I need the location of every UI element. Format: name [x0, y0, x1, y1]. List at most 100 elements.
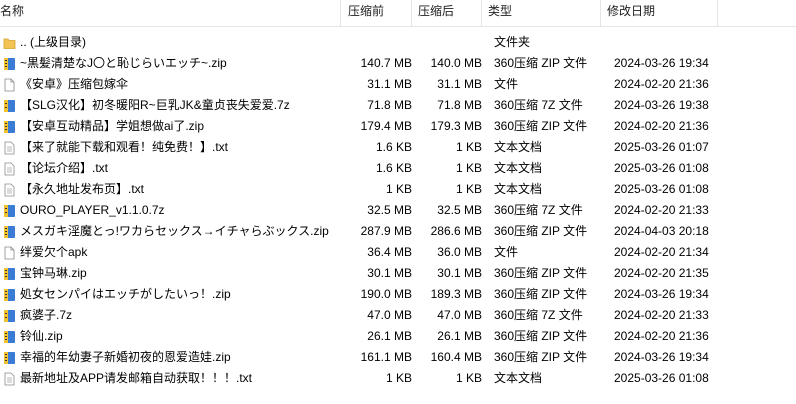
- file-name: OURO_PLAYER_v1.1.0.7z: [20, 203, 165, 217]
- file-modified-date: 2024-02-20 21:36: [614, 119, 709, 133]
- file-type: 360压缩 7Z 文件: [494, 203, 583, 217]
- file-name: 铃仙.zip: [20, 329, 63, 343]
- column-header-packed[interactable]: 压缩后: [418, 0, 454, 26]
- zip-archive-icon: [4, 226, 15, 238]
- zip-archive-icon: [4, 331, 15, 343]
- file-name: メスガキ淫魔とっ!ワカらセックス→イチャらぶックス.zip: [20, 224, 329, 238]
- file-packed-size: 1 KB: [455, 182, 482, 196]
- column-divider[interactable]: [717, 0, 718, 26]
- file-modified-date: 2024-02-20 21:33: [614, 203, 709, 217]
- file-name: ~黒髪清楚なJ〇と恥じらいエッチ~.zip: [20, 56, 227, 70]
- file-modified-date: 2025-03-26 01:07: [614, 140, 709, 154]
- column-divider[interactable]: [600, 0, 601, 26]
- file-packed-size: 36.0 MB: [437, 245, 482, 259]
- file-name: 【安卓互动精品】学姐想做ai了.zip: [20, 119, 205, 133]
- file-row[interactable]: 疯婆子.7z 47.0 MB 47.0 MB 360压缩 7Z 文件 2024-02-2…: [0, 305, 796, 326]
- file-row[interactable]: ~黒髪清楚なJ〇と恥じらいエッチ~.zip 140.7 MB 140.0 MB 360…: [0, 53, 796, 74]
- file-type: 360压缩 ZIP 文件: [494, 119, 588, 133]
- zip-archive-icon: [4, 58, 15, 70]
- file-modified-date: 2024-02-20 21:36: [614, 77, 709, 91]
- file-size: 71.8 MB: [367, 98, 412, 112]
- file-type: 文件: [494, 245, 519, 259]
- file-size: 179.4 MB: [360, 119, 412, 133]
- file-type: 文件: [494, 77, 519, 91]
- file-row[interactable]: 绊爱欠个apk 36.4 MB 36.0 MB 文件 2024-02-20 21:34: [0, 242, 796, 263]
- file-name: 【永久地址发布页】.txt: [20, 182, 145, 196]
- file-size: 32.5 MB: [367, 203, 412, 217]
- file-modified-date: 2024-03-26 19:34: [614, 350, 709, 364]
- file-modified-date: 2025-03-26 01:08: [614, 182, 709, 196]
- file-modified-date: 2024-03-26 19:34: [614, 56, 709, 70]
- file-size: 36.4 MB: [367, 245, 412, 259]
- file-size: 1.6 KB: [375, 161, 412, 175]
- file-type: 360压缩 ZIP 文件: [494, 287, 588, 301]
- file-packed-size: 189.3 MB: [430, 287, 482, 301]
- file-type: 360压缩 7Z 文件: [494, 308, 583, 322]
- file-modified-date: 2025-03-26 01:08: [614, 161, 709, 175]
- file-row[interactable]: 【SLG汉化】初冬暖阳R~巨乳JK&童贞丧失爱爱.7z 71.8 MB 71.8 M…: [0, 95, 796, 116]
- file-packed-size: 1 KB: [455, 371, 482, 385]
- column-header-size[interactable]: 压缩前: [348, 0, 384, 26]
- file-modified-date: 2024-02-20 21:34: [614, 245, 709, 259]
- file-modified-date: 2024-03-26 19:34: [614, 287, 709, 301]
- file-row[interactable]: 最新地址及APP请发邮箱自动获取！！！.txt 1 KB 1 KB 文本文档 2025-…: [0, 368, 796, 389]
- file-packed-size: 47.0 MB: [437, 308, 482, 322]
- column-divider[interactable]: [411, 0, 412, 26]
- file-size: 190.0 MB: [360, 287, 412, 301]
- file-row[interactable]: 処女センパイはエッチがしたいっ！.zip 190.0 MB 189.3 MB 360压…: [0, 284, 796, 305]
- file-size: 47.0 MB: [367, 308, 412, 322]
- file-packed-size: 160.4 MB: [430, 350, 482, 364]
- file-row[interactable]: 【安卓互动精品】学姐想做ai了.zip 179.4 MB 179.3 MB 360压缩…: [0, 116, 796, 137]
- file-row[interactable]: 宝钟马琳.zip 30.1 MB 30.1 MB 360压缩 ZIP 文件 2024-0…: [0, 263, 796, 284]
- file-modified-date: 2024-02-20 21:35: [614, 266, 709, 280]
- file-name: 【论坛介绍】.txt: [20, 161, 109, 175]
- file-type: 文本文档: [494, 371, 543, 385]
- file-row[interactable]: 铃仙.zip 26.1 MB 26.1 MB 360压缩 ZIP 文件 2024-02-…: [0, 326, 796, 347]
- file-row[interactable]: 幸福的年幼妻子新婚初夜的恩爱造娃.zip 161.1 MB 160.4 MB 360压…: [0, 347, 796, 368]
- 7z-archive-icon: [4, 205, 15, 217]
- file-name: 最新地址及APP请发邮箱自动获取！！！.txt: [20, 371, 253, 385]
- file-size: 140.7 MB: [360, 56, 412, 70]
- file-row[interactable]: メスガキ淫魔とっ!ワカらセックス→イチャらぶックス.zip 287.9 MB 286…: [0, 221, 796, 242]
- file-row[interactable]: 【永久地址发布页】.txt 1 KB 1 KB 文本文档 2025-03-26 01:0…: [0, 179, 796, 200]
- file-name: 宝钟马琳.zip: [20, 266, 87, 280]
- file-type: 360压缩 ZIP 文件: [494, 56, 588, 70]
- file-type: 文本文档: [494, 182, 543, 196]
- file-type: 360压缩 ZIP 文件: [494, 224, 588, 238]
- file-size: 1.6 KB: [375, 140, 412, 154]
- text-file-icon: [4, 141, 15, 155]
- column-header-type[interactable]: 类型: [488, 0, 512, 26]
- file-row[interactable]: 《安卓》压缩包嫁伞 31.1 MB 31.1 MB 文件 2024-02-20 21:3…: [0, 74, 796, 95]
- file-row[interactable]: OURO_PLAYER_v1.1.0.7z 32.5 MB 32.5 MB 360压缩…: [0, 200, 796, 221]
- 7z-archive-icon: [4, 310, 15, 322]
- column-divider[interactable]: [340, 0, 341, 26]
- 7z-archive-icon: [4, 100, 15, 112]
- file-modified-date: 2024-02-20 21:33: [614, 308, 709, 322]
- file-name: 幸福的年幼妻子新婚初夜的恩爱造娃.zip: [20, 350, 231, 364]
- file-packed-size: 286.6 MB: [430, 224, 482, 238]
- file-packed-size: 1 KB: [455, 140, 482, 154]
- file-size: 1 KB: [385, 371, 412, 385]
- column-header-modified[interactable]: 修改日期: [607, 0, 655, 26]
- parent-directory-type: 文件夹: [494, 35, 531, 49]
- file-name: 绊爱欠个apk: [20, 245, 88, 259]
- file-packed-size: 26.1 MB: [437, 329, 482, 343]
- file-size: 287.9 MB: [360, 224, 412, 238]
- column-divider[interactable]: [481, 0, 482, 26]
- file-row[interactable]: 【论坛介绍】.txt 1.6 KB 1 KB 文本文档 2025-03-26 01:08: [0, 158, 796, 179]
- file-list: .. (上级目录) 文件夹 ~黒髪清楚なJ〇と恥じらいエッチ~.zip 140.7…: [0, 32, 796, 389]
- file-type: 360压缩 ZIP 文件: [494, 350, 588, 364]
- file-size: 30.1 MB: [367, 266, 412, 280]
- file-type: 360压缩 ZIP 文件: [494, 266, 588, 280]
- zip-archive-icon: [4, 121, 15, 133]
- file-type: 360压缩 ZIP 文件: [494, 329, 588, 343]
- generic-file-icon: [4, 246, 15, 260]
- file-packed-size: 71.8 MB: [437, 98, 482, 112]
- parent-directory-row[interactable]: .. (上级目录) 文件夹: [0, 32, 796, 53]
- file-row[interactable]: 【来了就能下载和观看！纯免费！】.txt 1.6 KB 1 KB 文本文档 2025-0…: [0, 137, 796, 158]
- file-name: 【来了就能下载和观看！纯免费！】.txt: [20, 140, 229, 154]
- column-header-bar: 名称 压缩前 压缩后 类型 修改日期: [0, 0, 796, 27]
- column-header-name[interactable]: 名称: [0, 0, 24, 26]
- file-packed-size: 1 KB: [455, 161, 482, 175]
- file-packed-size: 140.0 MB: [430, 56, 482, 70]
